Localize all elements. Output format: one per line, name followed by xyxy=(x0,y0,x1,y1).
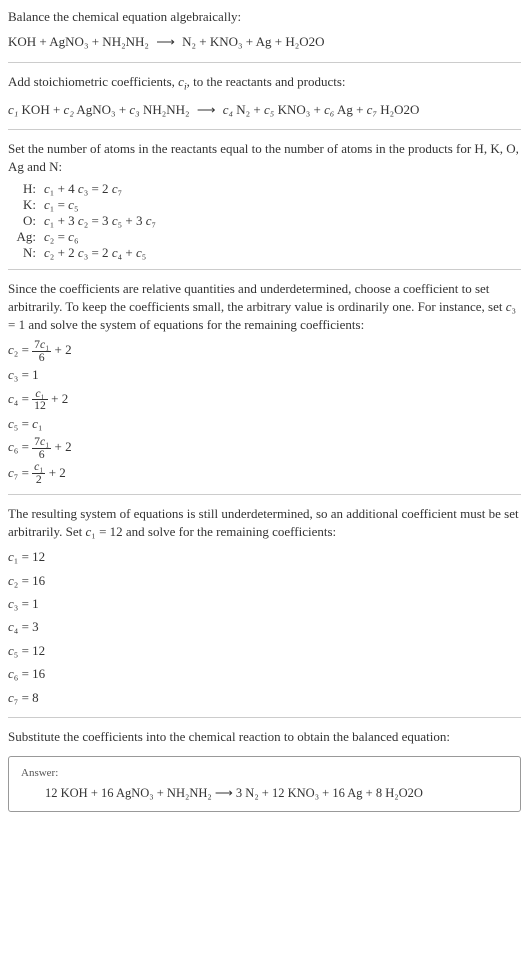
step5-coefficients: c₁ = 12 c₂ = 16 c₃ = 1 c₄ = 3 c₅ = 12 c₆… xyxy=(8,545,521,709)
atom-row-o: O: c₁ + 3 c₂ = 3 c₅ + 3 c₇ xyxy=(8,213,521,229)
step-solve-c3: Since the coefficients are relative quan… xyxy=(8,280,521,495)
coef-c5: c₅ = c₁ xyxy=(8,412,521,435)
answer-equation: 12 KOH + 16 AgNO₃ + NH₂NH₂ ⟶ 3 N₂ + 12 K… xyxy=(21,785,508,801)
step1-title: Balance the chemical equation algebraica… xyxy=(8,8,521,26)
step-solve-c1: The resulting system of equations is sti… xyxy=(8,505,521,718)
final-c6: c₆ = 16 xyxy=(8,662,521,685)
step-atom-balance: Set the number of atoms in the reactants… xyxy=(8,140,521,269)
coef-c3: c₃ = 1 xyxy=(8,363,521,386)
final-c2: c₂ = 16 xyxy=(8,569,521,592)
atom-row-k: K: c₁ = c₅ xyxy=(8,197,521,213)
final-c4: c₄ = 3 xyxy=(8,615,521,638)
final-c7: c₇ = 8 xyxy=(8,686,521,709)
final-c1: c₁ = 12 xyxy=(8,545,521,568)
step-coefficients: Add stoichiometric coefficients, ci, to … xyxy=(8,73,521,131)
answer-label: Answer: xyxy=(21,767,508,779)
final-c5: c₅ = 12 xyxy=(8,639,521,662)
step2-equation: c₁ KOH + c₂ AgNO₃ + c₃ NH₂NH₂ ⟶ c₄ N₂ + … xyxy=(8,98,521,121)
final-c3: c₃ = 1 xyxy=(8,592,521,615)
atom-row-h: H: c₁ + 4 c₃ = 2 c₇ xyxy=(8,181,521,197)
coef-c4: c₄ = c₁12 + 2 xyxy=(8,387,521,412)
coef-c2: c₂ = 7c₁6 + 2 xyxy=(8,338,521,363)
step6-title: Substitute the coefficients into the che… xyxy=(8,728,521,746)
answer-box: Answer: 12 KOH + 16 AgNO₃ + NH₂NH₂ ⟶ 3 N… xyxy=(8,756,521,812)
coef-c6: c₆ = 7c₁6 + 2 xyxy=(8,435,521,460)
step-substitute: Substitute the coefficients into the che… xyxy=(8,728,521,746)
step-balance: Balance the chemical equation algebraica… xyxy=(8,8,521,63)
atom-row-ag: Ag: c₂ = c₆ xyxy=(8,229,521,245)
step3-title: Set the number of atoms in the reactants… xyxy=(8,140,521,176)
atom-row-n: N: c₂ + 2 c₃ = 2 c₄ + c₅ xyxy=(8,245,521,261)
atom-equations: H: c₁ + 4 c₃ = 2 c₇ K: c₁ = c₅ O: c₁ + 3… xyxy=(8,181,521,261)
step5-title: The resulting system of equations is sti… xyxy=(8,505,521,541)
step2-title: Add stoichiometric coefficients, ci, to … xyxy=(8,73,521,94)
step4-title: Since the coefficients are relative quan… xyxy=(8,280,521,335)
coef-c7: c₇ = c₁2 + 2 xyxy=(8,461,521,486)
step1-equation: KOH + AgNO₃ + NH₂NH₂ ⟶ N₂ + KNO₃ + Ag + … xyxy=(8,30,521,53)
step4-coefficients: c₂ = 7c₁6 + 2 c₃ = 1 c₄ = c₁12 + 2 c₅ = … xyxy=(8,338,521,486)
